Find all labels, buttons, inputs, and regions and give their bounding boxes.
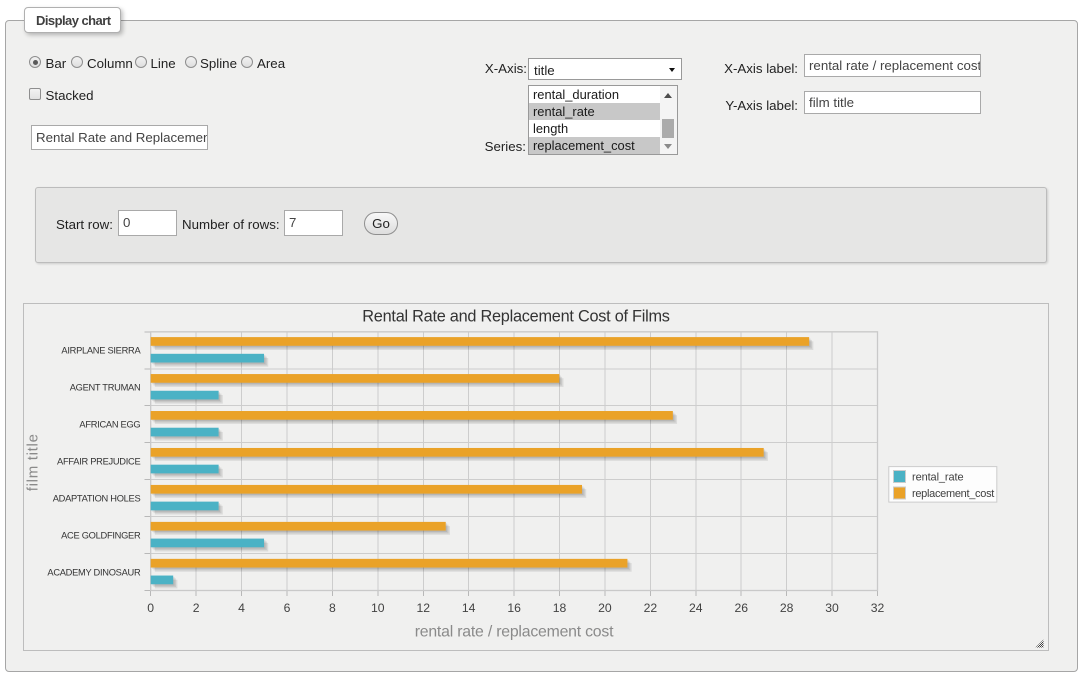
svg-text:26: 26 (734, 601, 748, 615)
svg-text:32: 32 (871, 601, 885, 615)
svg-text:Rental Rate and Replacement Co: Rental Rate and Replacement Cost of Film… (362, 307, 669, 325)
svg-text:28: 28 (780, 601, 794, 615)
svg-text:12: 12 (416, 601, 430, 615)
svg-text:14: 14 (462, 601, 476, 615)
svg-text:ADAPTATION HOLES: ADAPTATION HOLES (53, 493, 141, 503)
svg-text:10: 10 (371, 601, 385, 615)
svg-text:16: 16 (507, 601, 521, 615)
svg-text:24: 24 (689, 601, 703, 615)
svg-text:AFRICAN EGG: AFRICAN EGG (79, 419, 140, 429)
svg-text:6: 6 (284, 601, 291, 615)
svg-text:AFFAIR PREJUDICE: AFFAIR PREJUDICE (57, 456, 140, 466)
svg-text:replacement_cost: replacement_cost (912, 488, 994, 500)
svg-text:18: 18 (553, 601, 567, 615)
svg-text:4: 4 (238, 601, 245, 615)
svg-text:20: 20 (598, 601, 612, 615)
svg-text:0: 0 (147, 601, 154, 615)
svg-text:film title: film title (25, 433, 42, 491)
svg-text:ACE GOLDFINGER: ACE GOLDFINGER (61, 530, 141, 540)
svg-text:30: 30 (825, 601, 839, 615)
svg-text:AGENT TRUMAN: AGENT TRUMAN (70, 383, 141, 393)
svg-text:2: 2 (193, 601, 200, 615)
svg-text:ACADEMY DINOSAUR: ACADEMY DINOSAUR (47, 567, 141, 577)
svg-text:rental rate / replacement cost: rental rate / replacement cost (415, 624, 614, 641)
svg-text:rental_rate: rental_rate (912, 471, 964, 483)
svg-text:22: 22 (644, 601, 658, 615)
svg-text:AIRPLANE SIERRA: AIRPLANE SIERRA (61, 346, 141, 356)
svg-text:8: 8 (329, 601, 336, 615)
